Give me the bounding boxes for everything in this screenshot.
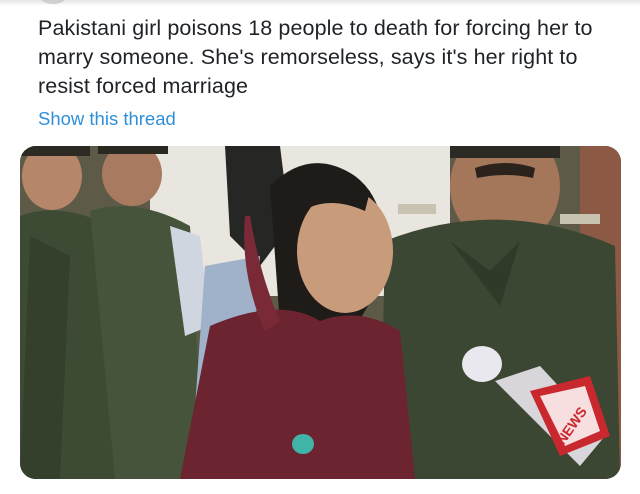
tweet-screenshot: Pakistani girl poisons 18 people to deat… <box>0 0 640 494</box>
tweet-text: Pakistani girl poisons 18 people to deat… <box>38 16 593 98</box>
show-thread-link[interactable]: Show this thread <box>38 106 176 132</box>
news-photo: NEWS <box>20 146 621 479</box>
tweet-media-image[interactable]: NEWS <box>20 146 621 479</box>
top-edge-divider <box>0 0 640 6</box>
